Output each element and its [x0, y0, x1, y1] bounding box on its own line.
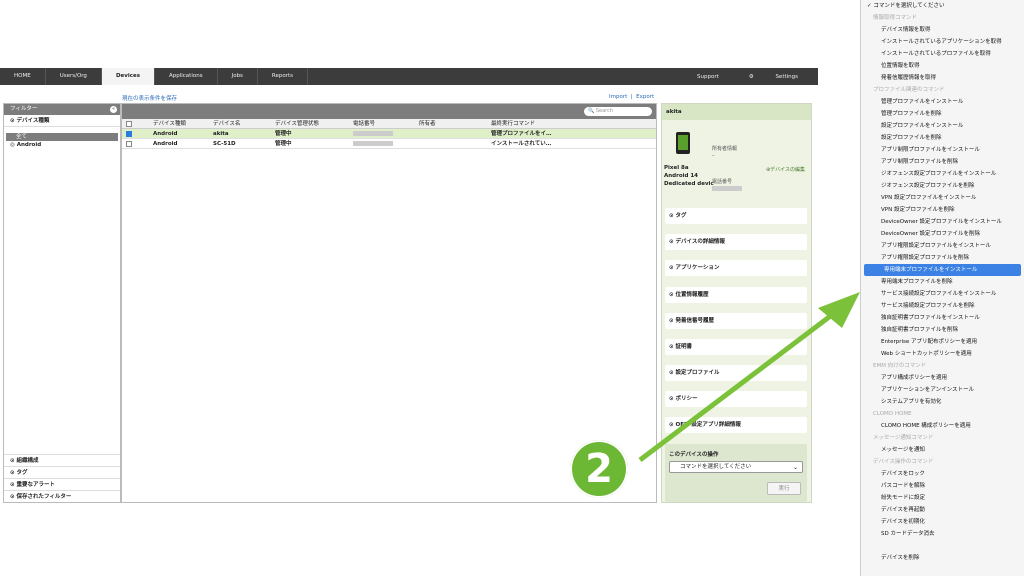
menu-item[interactable]: 管理プロファイルをインストール [861, 96, 1024, 108]
menu-item[interactable]: SD カードデータ消去 [861, 528, 1024, 540]
menu-item[interactable]: アプリケーションをアンインストール [861, 384, 1024, 396]
menu-item[interactable]: 独自証明書プロファイルをインストール [861, 312, 1024, 324]
menu-item[interactable]: 専用端末プロファイルを削除 [861, 276, 1024, 288]
menu-item[interactable]: DeviceOwner 設定プロファイルを削除 [861, 228, 1024, 240]
menu-item[interactable]: サービス接続設定プロファイルをインストール [861, 288, 1024, 300]
menu-item[interactable]: 紛失モードに設定 [861, 492, 1024, 504]
menu-item[interactable]: 設定プロファイルをインストール [861, 120, 1024, 132]
menu-item[interactable]: CLOMO HOME 構成ポリシーを適用 [861, 420, 1024, 432]
menu-item[interactable]: アプリ制限プロファイルを削除 [861, 156, 1024, 168]
step-badge: 2 [570, 440, 628, 498]
menu-item[interactable]: 管理プロファイルを削除 [861, 108, 1024, 120]
menu-item[interactable]: 設定プロファイルを削除 [861, 132, 1024, 144]
menu-item[interactable]: Web ショートカットポリシーを適用 [861, 348, 1024, 360]
menu-item[interactable]: DeviceOwner 設定プロファイルをインストール [861, 216, 1024, 228]
menu-item[interactable]: インストールされているプロファイルを取得 [861, 48, 1024, 60]
menu-item[interactable]: 専用端末プロファイルをインストール [864, 264, 1021, 276]
menu-item[interactable]: システムアプリを有効化 [861, 396, 1024, 408]
menu-item[interactable]: デバイスを初期化 [861, 516, 1024, 528]
menu-item[interactable]: 独自証明書プロファイルを削除 [861, 324, 1024, 336]
menu-item[interactable]: デバイスを再起動 [861, 504, 1024, 516]
menu-item[interactable]: VPN 設定プロファイルを削除 [861, 204, 1024, 216]
arrow-line [638, 303, 847, 462]
menu-item[interactable]: アプリ制限プロファイルをインストール [861, 144, 1024, 156]
menu-group-header: メッセージ通知コマンド [873, 435, 934, 441]
menu-item[interactable]: インストールされているアプリケーションを取得 [861, 36, 1024, 48]
menu-item[interactable]: ジオフェンス設定プロファイルをインストール [861, 168, 1024, 180]
menu-group-header: EMM 向けのコマンド [873, 363, 927, 369]
menu-item[interactable]: アプリ権限設定プロファイルを削除 [861, 252, 1024, 264]
menu-item[interactable]: サービス接続設定プロファイルを削除 [861, 300, 1024, 312]
menu-group-header: デバイス操作のコマンド [873, 459, 934, 465]
menu-item[interactable]: デバイスを削除 [861, 552, 1024, 564]
menu-item[interactable]: メッセージを通知 [861, 444, 1024, 456]
menu-item[interactable]: 発着信履歴情報を取得 [861, 72, 1024, 84]
menu-item[interactable]: 位置情報を取得 [861, 60, 1024, 72]
menu-item [861, 540, 1024, 552]
command-dropdown-menu: ✓ コマンドを選択してください情報取得コマンドデバイス情報を取得 インストールされ… [860, 0, 1024, 576]
menu-item[interactable]: デバイス情報を取得 [861, 24, 1024, 36]
menu-item[interactable]: パスコードを解除 [861, 480, 1024, 492]
menu-item[interactable]: ジオフェンス設定プロファイルを削除 [861, 180, 1024, 192]
menu-item[interactable]: アプリ権限設定プロファイルをインストール [861, 240, 1024, 252]
menu-group-header: プロファイル関連のコマンド [873, 87, 945, 93]
menu-group-header: CLOMO HOME [873, 411, 912, 417]
menu-item[interactable]: ✓ コマンドを選択してください [861, 0, 1024, 12]
menu-group-header: 情報取得コマンド [873, 15, 918, 21]
menu-item[interactable]: Enterprise アプリ配布ポリシーを適用 [861, 336, 1024, 348]
menu-item[interactable]: VPN 設定プロファイルをインストール [861, 192, 1024, 204]
menu-item[interactable]: アプリ構成ポリシーを適用 [861, 372, 1024, 384]
menu-item[interactable]: デバイスをロック [861, 468, 1024, 480]
